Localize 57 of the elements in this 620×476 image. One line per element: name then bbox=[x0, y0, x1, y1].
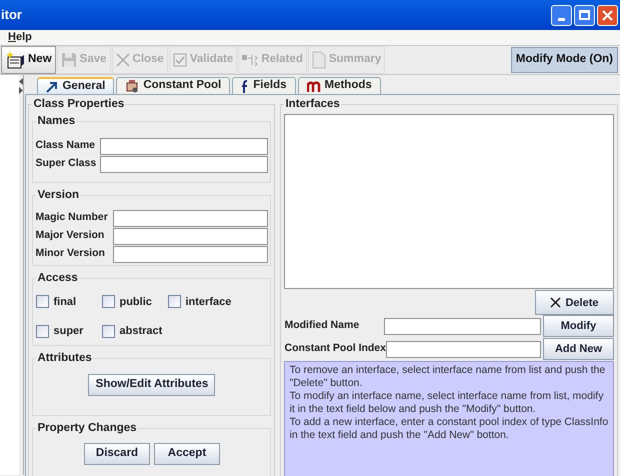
checkbox[interactable]: super bbox=[36, 323, 102, 340]
arrow-icon bbox=[46, 80, 58, 92]
document-icon bbox=[312, 51, 326, 69]
x-mark-icon bbox=[116, 53, 130, 67]
input-field[interactable] bbox=[384, 318, 541, 335]
field-label: Class Name bbox=[35, 138, 96, 154]
field-label: Constant Pool Index bbox=[284, 341, 386, 356]
group-title: Class Properties bbox=[32, 97, 126, 112]
minimize-button[interactable] bbox=[551, 4, 572, 26]
tab[interactable]: Constant Pool bbox=[116, 77, 230, 94]
jar-icon bbox=[125, 79, 140, 93]
group-title: Version bbox=[36, 188, 80, 204]
checkbox[interactable]: final bbox=[36, 294, 102, 310]
window-title: itor bbox=[1, 6, 22, 24]
group-title: Attributes bbox=[36, 351, 93, 366]
help-text: To add a new interface, enter a constant pool index of type ClassInfo in the text field and push the "Add New" botton. bbox=[289, 416, 609, 442]
checkbox[interactable]: public bbox=[102, 294, 168, 310]
action-button[interactable]: Modify bbox=[543, 315, 614, 338]
menu-item[interactable]: Help bbox=[8, 29, 32, 46]
group-title: Interfaces bbox=[284, 97, 341, 112]
close-icon bbox=[602, 10, 613, 20]
field-label: Super Class bbox=[35, 156, 98, 172]
field-label: Magic Number bbox=[35, 210, 109, 226]
mode-toggle-button[interactable]: Modify Mode (On) bbox=[510, 47, 618, 73]
tab[interactable]: General bbox=[37, 77, 114, 94]
input-field[interactable] bbox=[100, 138, 268, 154]
help-text: To remove an interface, select interface name from list and push the "Delete" button. bbox=[289, 364, 606, 390]
group-title: Names bbox=[36, 114, 76, 130]
sparkle-tray-icon bbox=[5, 50, 25, 70]
checkbox[interactable]: interface bbox=[168, 294, 268, 310]
checkbox-tick-icon bbox=[172, 53, 187, 67]
linked-blocks-icon bbox=[242, 53, 258, 67]
action-button[interactable]: Add New bbox=[543, 338, 614, 360]
field-label: Major Version bbox=[35, 228, 106, 244]
letter-f-icon bbox=[241, 80, 250, 92]
action-button[interactable]: Discard bbox=[84, 442, 150, 464]
tab[interactable]: Methods bbox=[298, 77, 381, 94]
input-field[interactable] bbox=[113, 246, 268, 262]
toolbar-button[interactable]: New bbox=[1, 46, 56, 74]
letter-m-icon bbox=[306, 80, 320, 92]
delete-button[interactable]: Delete bbox=[535, 290, 614, 316]
action-button[interactable]: Accept bbox=[154, 442, 220, 464]
input-field[interactable] bbox=[386, 340, 541, 358]
help-text: To modify an interface name, select interface name from list, modify it in the text field below and push the "Modify" button. bbox=[289, 390, 604, 416]
close-icon bbox=[550, 297, 562, 308]
input-field[interactable] bbox=[113, 210, 268, 226]
field-label: Modified Name bbox=[284, 318, 360, 334]
group-title: Access bbox=[36, 271, 79, 286]
input-field[interactable] bbox=[113, 228, 268, 244]
close-button[interactable] bbox=[597, 4, 618, 26]
field-label: Minor Version bbox=[35, 246, 106, 262]
checkbox[interactable]: abstract bbox=[102, 323, 168, 340]
input-field[interactable] bbox=[100, 156, 268, 172]
maximize-button[interactable] bbox=[574, 4, 595, 26]
group-title: Property Changes bbox=[36, 421, 138, 436]
show-edit-attributes-button[interactable]: Show/Edit Attributes bbox=[88, 374, 216, 396]
tab[interactable]: Fields bbox=[232, 77, 296, 94]
